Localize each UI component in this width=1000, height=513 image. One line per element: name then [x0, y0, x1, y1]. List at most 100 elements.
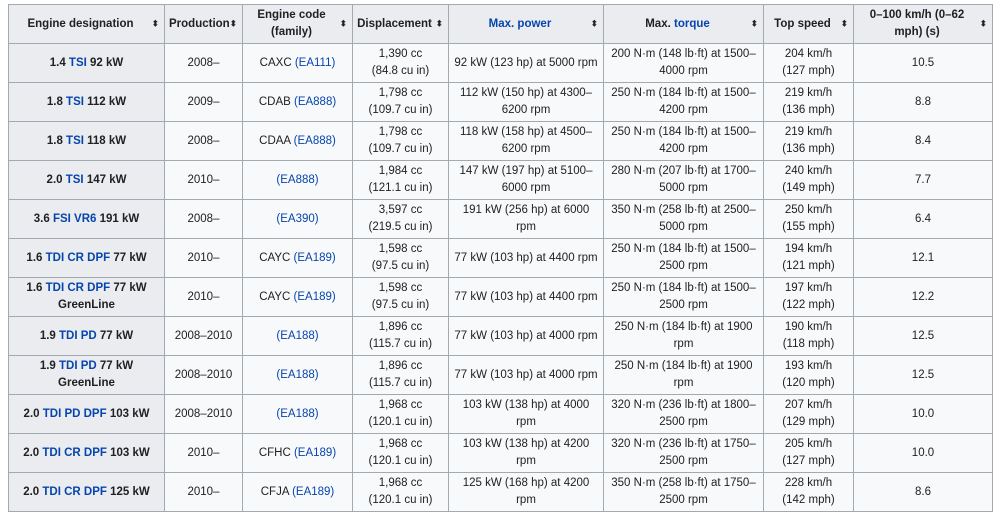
engine-type-link[interactable]: TDI PD	[59, 330, 97, 342]
acceleration-cell: 8.8	[853, 82, 993, 122]
engine-designation-cell: 1.9 TDI PD 77 kW	[8, 316, 165, 356]
header-production[interactable]: Production ⬍	[164, 4, 243, 44]
engine-family-link[interactable]: (EA888)	[294, 135, 336, 147]
acceleration-cell: 10.0	[853, 433, 993, 473]
top-speed-cell: 205 km/h (127 mph)	[763, 433, 854, 473]
acceleration-cell: 8.4	[853, 121, 993, 161]
max-power-cell: 77 kW (103 hp) at 4400 rpm	[448, 277, 604, 317]
production-cell: 2008–	[164, 121, 243, 161]
engine-family-link[interactable]: (EA188)	[276, 369, 318, 381]
table-header: Engine designation ⬍ Production ⬍ Engine c…	[8, 4, 993, 44]
table-row: 2.0 TSI 147 kW 2010– (EA888) 1,984 cc (121.1…	[8, 160, 993, 200]
production-cell: 2009–	[164, 82, 243, 122]
acceleration-cell: 12.2	[853, 277, 993, 317]
table-row: 3.6 FSI VR6 191 kW 2008– (EA390) 3,597 cc (2…	[8, 199, 993, 239]
sort-updown-icon[interactable]: ⬍	[229, 19, 237, 29]
top-speed-cell: 219 km/h (136 mph)	[763, 82, 854, 122]
engine-type-link[interactable]: TSI	[69, 57, 87, 69]
table-row: 1.9 TDI PD 77 kW 2008–2010 (EA188) 1,896 cc…	[8, 316, 993, 356]
header-engine-designation[interactable]: Engine designation ⬍	[8, 4, 165, 44]
acceleration-cell: 10.0	[853, 394, 993, 434]
max-torque-cell: 250 N·m (184 lb·ft) at 1500–2500 rpm	[603, 238, 764, 278]
engine-code-cell: (EA390)	[242, 199, 353, 239]
table-row: 1.6 TDI CR DPF 77 kW GreenLine 2010– CAYC …	[8, 277, 993, 317]
displacement-cell: 1,798 cc (109.7 cu in)	[352, 82, 449, 122]
acceleration-cell: 12.1	[853, 238, 993, 278]
max-power-cell: 103 kW (138 hp) at 4000 rpm	[448, 394, 604, 434]
engine-family-link[interactable]: (EA390)	[276, 213, 318, 225]
sort-updown-icon[interactable]: ⬍	[750, 19, 758, 29]
engine-code-cell: CAXC (EA111)	[242, 43, 353, 83]
top-speed-cell: 204 km/h (127 mph)	[763, 43, 854, 83]
top-speed-cell: 207 km/h (129 mph)	[763, 394, 854, 434]
max-torque-cell: 250 N·m (184 lb·ft) at 1900 rpm	[603, 316, 764, 356]
engine-family-link[interactable]: (EA189)	[294, 447, 336, 459]
header-top-speed[interactable]: Top speed ⬍	[763, 4, 854, 44]
engine-family-link[interactable]: (EA188)	[276, 408, 318, 420]
engine-code-cell: (EA888)	[242, 160, 353, 200]
engine-family-link[interactable]: (EA189)	[292, 486, 334, 498]
max-power-cell: 103 kW (138 hp) at 4200 rpm	[448, 433, 604, 473]
displacement-cell: 1,896 cc (115.7 cu in)	[352, 316, 449, 356]
max-power-cell: 125 kW (168 hp) at 4200 rpm	[448, 472, 604, 512]
engine-type-link[interactable]: TDI CR DPF	[46, 282, 111, 294]
table-body: 1.4 TSI 92 kW 2008– CAXC (EA111) 1,390 cc (8…	[8, 43, 993, 512]
engine-designation-cell: 1.9 TDI PD 77 kW GreenLine	[8, 355, 165, 395]
sort-updown-icon[interactable]: ⬍	[435, 19, 443, 29]
header-max-power[interactable]: Max. power ⬍	[448, 4, 604, 44]
engine-code-cell: CFHC (EA189)	[242, 433, 353, 473]
engine-family-link[interactable]: (EA111)	[295, 57, 335, 69]
engine-type-link[interactable]: TDI PD	[59, 360, 97, 372]
engine-type-link[interactable]: TSI	[66, 96, 84, 108]
max-power-cell: 118 kW (158 hp) at 4500–6200 rpm	[448, 121, 604, 161]
engine-type-link[interactable]: TSI	[66, 135, 84, 147]
sort-updown-icon[interactable]: ⬍	[590, 19, 598, 29]
engine-type-link[interactable]: TDI CR DPF	[42, 486, 107, 498]
header-acceleration[interactable]: 0–100 km/h (0–62 mph) (s) ⬍	[853, 4, 993, 44]
engine-code-cell: (EA188)	[242, 355, 353, 395]
engine-specs-table: Engine designation ⬍ Production ⬍ Engine c…	[8, 4, 993, 512]
production-cell: 2008–	[164, 43, 243, 83]
engine-type-link[interactable]: TDI CR DPF	[46, 252, 111, 264]
production-cell: 2008–2010	[164, 355, 243, 395]
displacement-cell: 1,798 cc (109.7 cu in)	[352, 121, 449, 161]
acceleration-cell: 12.5	[853, 355, 993, 395]
header-displacement[interactable]: Displacement ⬍	[352, 4, 449, 44]
max-power-cell: 147 kW (197 hp) at 5100–6000 rpm	[448, 160, 604, 200]
sort-updown-icon[interactable]: ⬍	[151, 19, 159, 29]
header-max-torque[interactable]: Max. torque ⬍	[603, 4, 764, 44]
engine-type-link[interactable]: FSI VR6	[53, 213, 96, 225]
header-engine-code[interactable]: Engine code (family) ⬍	[242, 4, 353, 44]
engine-designation-cell: 1.6 TDI CR DPF 77 kW	[8, 238, 165, 278]
engine-family-link[interactable]: (EA189)	[294, 252, 336, 264]
production-cell: 2008–2010	[164, 316, 243, 356]
displacement-cell: 1,598 cc (97.5 cu in)	[352, 238, 449, 278]
sort-updown-icon[interactable]: ⬍	[979, 19, 987, 29]
max-torque-cell: 250 N·m (184 lb·ft) at 1900 rpm	[603, 355, 764, 395]
max-torque-cell: 250 N·m (184 lb·ft) at 1500–4200 rpm	[603, 82, 764, 122]
engine-type-link[interactable]: TSI	[66, 174, 84, 186]
sort-updown-icon[interactable]: ⬍	[339, 19, 347, 29]
displacement-cell: 1,390 cc (84.8 cu in)	[352, 43, 449, 83]
acceleration-cell: 10.5	[853, 43, 993, 83]
displacement-cell: 1,896 cc (115.7 cu in)	[352, 355, 449, 395]
max-power-cell: 112 kW (150 hp) at 4300–6200 rpm	[448, 82, 604, 122]
engine-code-cell: CDAB (EA888)	[242, 82, 353, 122]
top-speed-cell: 250 km/h (155 mph)	[763, 199, 854, 239]
engine-type-link[interactable]: TDI CR DPF	[42, 447, 107, 459]
engine-code-cell: (EA188)	[242, 316, 353, 356]
engine-type-link[interactable]: TDI PD DPF	[43, 408, 107, 420]
engine-family-link[interactable]: (EA189)	[294, 291, 336, 303]
table-row: 1.6 TDI CR DPF 77 kW 2010– CAYC (EA189) 1,5…	[8, 238, 993, 278]
engine-family-link[interactable]: (EA888)	[294, 96, 336, 108]
engine-family-link[interactable]: (EA888)	[276, 174, 318, 186]
max-power-link[interactable]: Max. power	[489, 18, 552, 30]
torque-link[interactable]: torque	[674, 18, 710, 30]
engine-family-link[interactable]: (EA188)	[276, 330, 318, 342]
engine-code-cell: CDAA (EA888)	[242, 121, 353, 161]
max-power-cell: 77 kW (103 hp) at 4000 rpm	[448, 355, 604, 395]
top-speed-cell: 219 km/h (136 mph)	[763, 121, 854, 161]
engine-code-cell: CFJA (EA189)	[242, 472, 353, 512]
sort-updown-icon[interactable]: ⬍	[840, 19, 848, 29]
max-torque-cell: 350 N·m (258 lb·ft) at 1750–2500 rpm	[603, 472, 764, 512]
